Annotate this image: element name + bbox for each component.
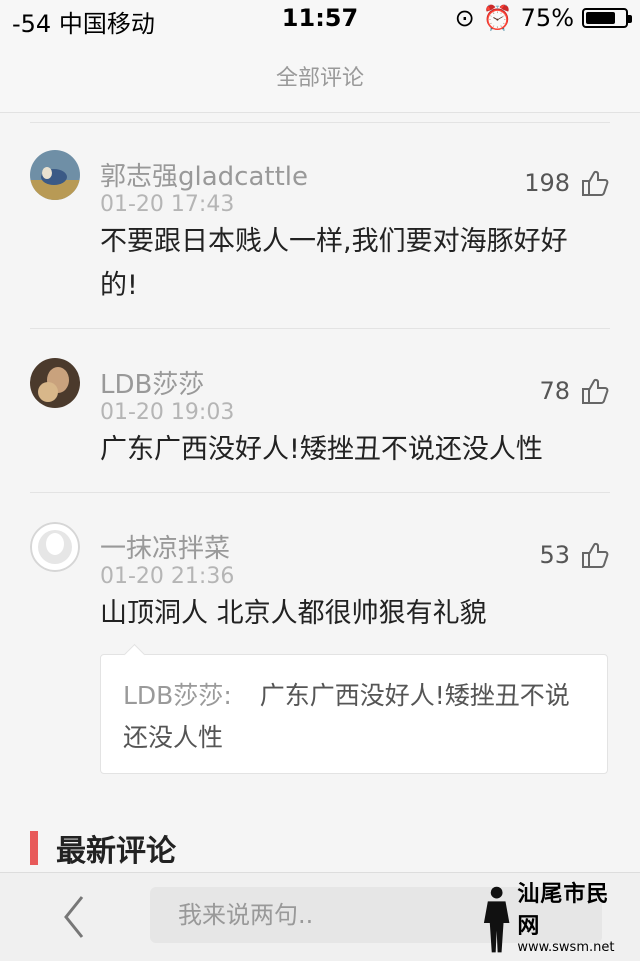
comment-author[interactable]: 郭志强gladcattle [100,156,308,193]
section-title: 最新评论 [56,834,176,869]
nav-bar: 全部评论 [0,40,640,113]
like-count: 198 [524,169,570,197]
comment-time: 01-20 21:36 [100,564,235,589]
battery-icon [582,8,632,28]
comment-text: 山顶洞人 北京人都很帅狠有礼貌 [100,598,487,629]
watermark: 汕尾市民网 www.swsm.net [480,881,630,955]
watermark-figure-icon [483,886,510,953]
section-header: 最新评论 [30,826,176,870]
like-button[interactable]: 78 [539,376,610,406]
divider [30,328,610,329]
watermark-url: www.swsm.net [517,940,615,955]
alarm-icon: ⏰ [482,4,513,32]
avatar[interactable] [30,358,80,408]
comment-text: 不要跟日本贱人一样,我们要对海豚好好的! [100,226,568,301]
comment-time: 01-20 17:43 [100,192,235,217]
page-title: 全部评论 [275,66,364,91]
like-button[interactable]: 53 [539,540,610,570]
comment-author[interactable]: 一抹凉拌菜 [100,528,230,565]
back-chevron-icon[interactable] [56,893,96,941]
quoted-comment[interactable]: LDB莎莎: 广东广西没好人!矮挫丑不说还没人性 [100,654,608,774]
thumbs-up-icon [582,170,609,196]
battery-fill [586,12,615,24]
section-accent-bar [30,831,38,865]
battery-percent: 75% [520,4,574,32]
thumbs-up-icon [582,542,609,568]
rotation-lock-icon: ⊙ [454,4,475,32]
default-avatar-icon[interactable] [30,522,80,572]
watermark-name: 汕尾市民网 [517,881,610,939]
status-right: ⊙ ⏰ 75% [454,4,632,32]
comment-time: 01-20 19:03 [100,400,235,425]
quoted-author: LDB莎莎: [123,681,232,710]
status-bar: -54 中国移动 11:57 ⊙ ⏰ 75% [0,0,640,40]
avatar[interactable] [30,150,80,200]
thumbs-up-icon [582,378,609,404]
divider [30,492,610,493]
divider [30,122,610,123]
comment-text: 广东广西没好人!矮挫丑不说还没人性 [100,434,543,465]
comment-author[interactable]: LDB莎莎 [100,364,204,401]
like-button[interactable]: 198 [524,168,610,198]
like-count: 78 [539,377,570,405]
bottom-bar: 我来说两句.. 汕尾市民网 www.swsm.net [0,872,640,961]
like-count: 53 [539,541,570,569]
